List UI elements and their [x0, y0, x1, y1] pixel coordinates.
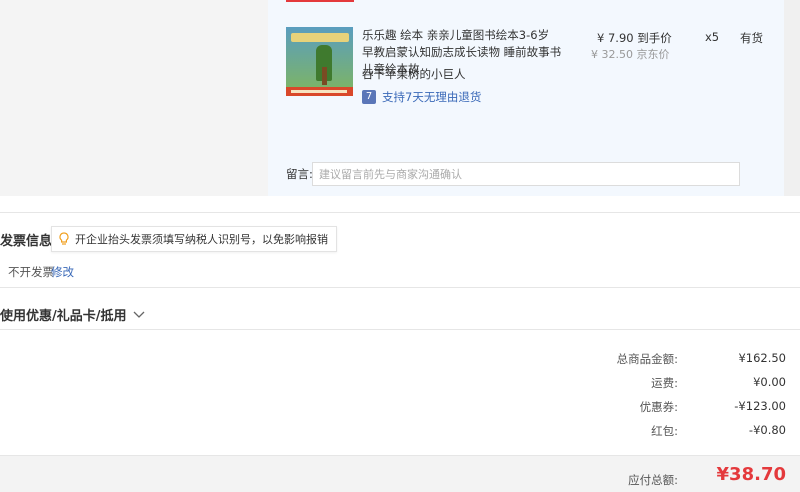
invoice-tip: 开企业抬头发票须填写纳税人识别号，以免影响报销 [51, 226, 337, 252]
active-tab-indicator [286, 0, 354, 2]
divider [0, 329, 800, 330]
return-7day-icon: 7 [362, 90, 376, 104]
quantity: x5 [705, 30, 720, 44]
original-price: ¥ 32.50 京东价 [591, 48, 670, 61]
message-label: 留言: [286, 167, 313, 181]
summary-label-coupon: 优惠券: [639, 400, 678, 414]
invoice-status: 不开发票 [8, 265, 54, 279]
invoice-edit-link[interactable]: 修改 [51, 264, 74, 280]
return-policy[interactable]: 7 支持7天无理由退货 [362, 89, 481, 105]
chevron-down-icon [133, 311, 144, 318]
invoice-section-title: 发票信息 [0, 234, 53, 249]
product-subtitle[interactable]: 吞下苹果树的小巨人 [362, 66, 466, 82]
summary-label-goods: 总商品金额: [616, 352, 678, 366]
divider [0, 212, 800, 213]
summary-value-coupon: -¥123.00 [734, 399, 786, 413]
lightbulb-icon [59, 232, 69, 245]
payable-footer: 应付总额: ¥38.70 [0, 455, 800, 492]
summary-label-redpacket: 红包: [651, 424, 678, 438]
summary-value-redpacket: -¥0.80 [748, 423, 786, 437]
return-policy-label: 支持7天无理由退货 [382, 90, 482, 104]
payable-total: ¥38.70 [716, 464, 786, 485]
message-input[interactable] [312, 162, 740, 186]
payable-label: 应付总额: [628, 473, 678, 487]
coupon-toggle[interactable]: 使用优惠/礼品卡/抵用 [0, 305, 145, 324]
summary-value-shipping: ¥0.00 [753, 375, 786, 389]
summary-value-goods: ¥162.50 [738, 351, 786, 365]
invoice-tip-text: 开企业抬头发票须填写纳税人识别号，以免影响报销 [75, 233, 328, 246]
summary-label-shipping: 运费: [651, 376, 678, 390]
stock-status: 有货 [740, 31, 763, 45]
coupon-title: 使用优惠/礼品卡/抵用 [0, 309, 127, 324]
final-price: ¥ 7.90 到手价 [597, 31, 672, 45]
divider [0, 287, 800, 288]
shop-info-pane [0, 0, 268, 196]
product-thumbnail[interactable] [286, 27, 353, 96]
